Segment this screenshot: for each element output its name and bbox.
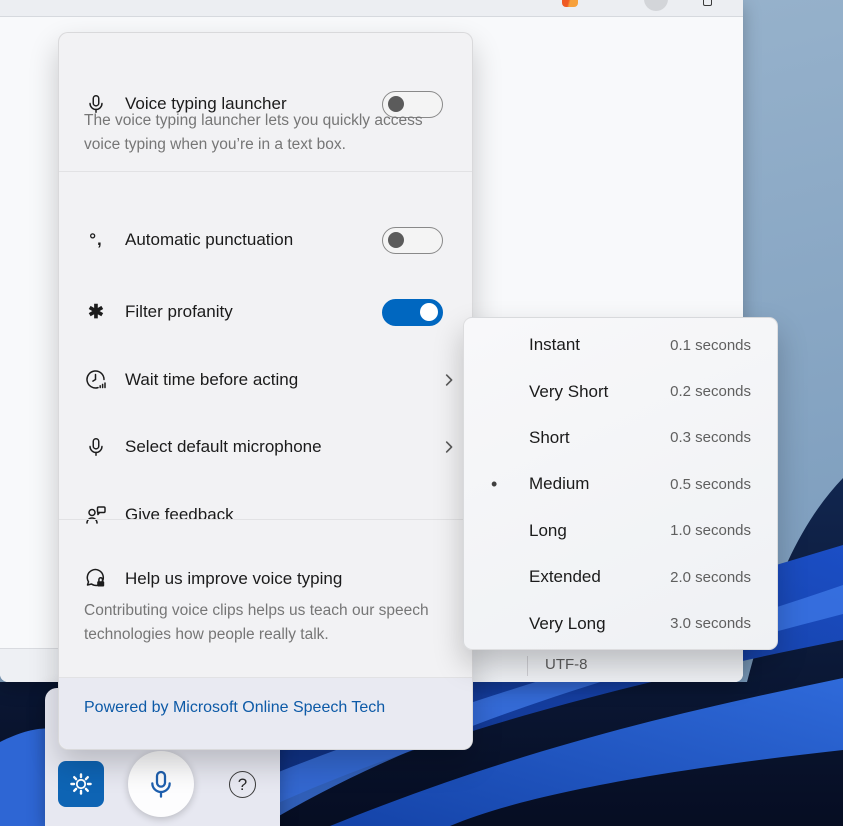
- option-label: Very Long: [529, 614, 606, 634]
- divider: [59, 519, 472, 520]
- option-duration: 3.0 seconds: [670, 615, 751, 632]
- screen: UTF-8: [0, 0, 843, 826]
- punctuation-icon: °,: [83, 227, 109, 253]
- option-label: Instant: [529, 335, 580, 355]
- option-label: Medium: [529, 474, 589, 494]
- option-label: Short: [529, 428, 570, 448]
- setting-row-automatic-punctuation[interactable]: °, Automatic punctuation: [59, 216, 472, 264]
- option-duration: 1.0 seconds: [670, 522, 751, 539]
- wait-time-submenu: Instant 0.1 seconds Very Short 0.2 secon…: [463, 317, 778, 650]
- microphone-icon: [83, 434, 109, 460]
- automatic-punctuation-toggle[interactable]: [382, 227, 443, 254]
- help-button[interactable]: ?: [229, 771, 256, 798]
- microphone-icon: [145, 768, 177, 800]
- selected-bullet-icon: •: [491, 474, 497, 495]
- panel-footer: Powered by Microsoft Online Speech Tech: [59, 677, 472, 749]
- menu-option-long[interactable]: Long 1.0 seconds: [464, 508, 777, 554]
- avatar[interactable]: [644, 0, 668, 11]
- option-duration: 0.2 seconds: [670, 383, 751, 400]
- option-duration: 2.0 seconds: [670, 569, 751, 586]
- voice-typing-settings-panel: Voice typing launcher The voice typing l…: [58, 32, 473, 750]
- launcher-description: The voice typing launcher lets you quick…: [84, 109, 444, 157]
- menu-option-instant[interactable]: Instant 0.1 seconds: [464, 322, 777, 368]
- menu-option-short[interactable]: Short 0.3 seconds: [464, 415, 777, 461]
- setting-row-give-feedback[interactable]: Give feedback: [59, 491, 472, 539]
- privacy-chat-icon: [83, 566, 109, 592]
- microphone-button[interactable]: [128, 751, 194, 817]
- setting-row-filter-profanity[interactable]: ✱ Filter profanity: [59, 288, 472, 336]
- chevron-right-icon: [442, 440, 456, 454]
- status-divider: [527, 656, 528, 676]
- browser-toolbar: [0, 0, 743, 17]
- option-duration: 0.5 seconds: [670, 476, 751, 493]
- improve-description: Contributing voice clips helps us teach …: [84, 599, 444, 647]
- setting-label: Filter profanity: [125, 302, 233, 322]
- divider: [59, 171, 472, 172]
- setting-row-help-improve: Help us improve voice typing: [59, 555, 472, 603]
- setting-label: Give feedback: [125, 505, 234, 525]
- setting-label: Wait time before acting: [125, 370, 298, 390]
- option-duration: 0.1 seconds: [670, 337, 751, 354]
- setting-row-default-microphone[interactable]: Select default microphone: [59, 423, 472, 471]
- asterisk-icon: ✱: [83, 299, 109, 325]
- toggle-knob: [388, 232, 404, 248]
- chevron-right-icon: [442, 373, 456, 387]
- divider: [59, 677, 472, 678]
- menu-option-extended[interactable]: Extended 2.0 seconds: [464, 554, 777, 600]
- clock-icon: [83, 367, 109, 393]
- setting-label: Help us improve voice typing: [125, 569, 342, 589]
- option-label: Very Short: [529, 382, 608, 402]
- toggle-knob: [420, 303, 438, 321]
- filter-profanity-toggle[interactable]: [382, 299, 443, 326]
- help-label: ?: [238, 775, 247, 795]
- menu-option-very-long[interactable]: Very Long 3.0 seconds: [464, 600, 777, 646]
- powered-by-link[interactable]: Powered by Microsoft Online Speech Tech: [84, 699, 385, 717]
- option-duration: 0.3 seconds: [670, 429, 751, 446]
- settings-button[interactable]: [58, 761, 104, 807]
- encoding-status: UTF-8: [545, 656, 588, 673]
- setting-label: Automatic punctuation: [125, 230, 293, 250]
- option-label: Extended: [529, 567, 601, 587]
- gear-icon: [69, 772, 93, 796]
- window-icon[interactable]: [703, 0, 712, 6]
- extension-icon[interactable]: [562, 0, 578, 7]
- feedback-icon: [83, 502, 109, 528]
- option-label: Long: [529, 521, 567, 541]
- menu-option-very-short[interactable]: Very Short 0.2 seconds: [464, 368, 777, 414]
- setting-label: Select default microphone: [125, 437, 322, 457]
- menu-option-medium[interactable]: • Medium 0.5 seconds: [464, 461, 777, 507]
- setting-row-wait-time[interactable]: Wait time before acting: [59, 356, 472, 404]
